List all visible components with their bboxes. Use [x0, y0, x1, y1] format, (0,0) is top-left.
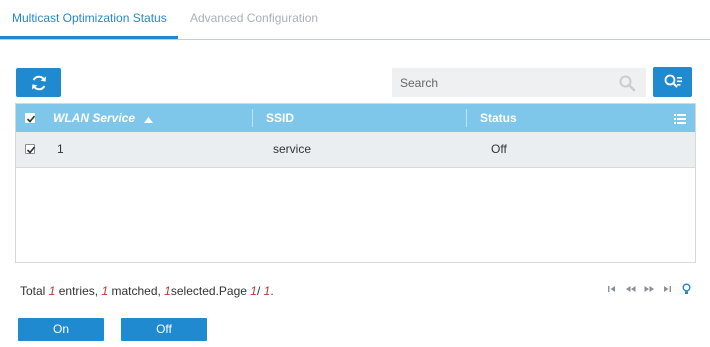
advanced-search-icon — [663, 73, 683, 91]
search-box — [392, 68, 646, 97]
matched-count: 1 — [101, 284, 109, 298]
matched-label: matched, — [111, 284, 161, 298]
column-header-wlan-service[interactable]: WLAN Service — [53, 104, 154, 133]
column-separator — [466, 109, 467, 127]
selected-label: selected.Page — [170, 284, 247, 298]
sort-ascending-icon — [144, 105, 154, 133]
total-label: Total — [20, 284, 46, 298]
next-page-icon[interactable] — [643, 283, 655, 295]
off-button[interactable]: Off — [121, 318, 207, 341]
search-icon[interactable] — [618, 74, 636, 95]
table-header: WLAN Service SSID Status — [16, 104, 695, 132]
cell-ssid: service — [273, 142, 312, 156]
entries-label: entries, — [58, 284, 99, 298]
page-separator: / — [256, 284, 261, 298]
lightbulb-icon[interactable] — [680, 283, 692, 295]
table-row[interactable]: 1 service Off — [16, 132, 695, 168]
tab-multicast-optimization-status[interactable]: Multicast Optimization Status — [0, 0, 178, 39]
tab-advanced-configuration[interactable]: Advanced Configuration — [190, 0, 318, 39]
search-input[interactable] — [392, 68, 612, 97]
tab-bar: Multicast Optimization Status Advanced C… — [0, 0, 710, 40]
on-button[interactable]: On — [18, 318, 104, 341]
wlan-service-table: WLAN Service SSID Status 1 service Off — [15, 103, 696, 263]
column-header-ssid[interactable]: SSID — [266, 104, 294, 132]
first-page-icon[interactable] — [606, 283, 618, 295]
refresh-button[interactable] — [16, 68, 61, 97]
pagination-summary: Total 1 entries, 1 matched, 1selected.Pa… — [20, 283, 274, 299]
column-menu-icon[interactable] — [674, 113, 686, 127]
column-header-status[interactable]: Status — [480, 104, 517, 132]
column-header-wlan-service-label: WLAN Service — [53, 111, 136, 125]
row-checkbox[interactable] — [25, 144, 36, 154]
column-separator — [252, 109, 253, 127]
cell-status: Off — [491, 142, 507, 156]
refresh-icon — [29, 73, 49, 93]
summary-end: . — [270, 284, 274, 298]
select-all-checkbox[interactable] — [25, 113, 36, 123]
selected-count: 1 — [164, 284, 171, 298]
advanced-search-button[interactable] — [653, 67, 692, 97]
previous-page-icon[interactable] — [624, 283, 636, 295]
current-page: 1 — [250, 284, 257, 298]
total-count: 1 — [48, 284, 56, 298]
last-page-icon[interactable] — [661, 283, 673, 295]
cell-wlan-service: 1 — [57, 142, 64, 156]
